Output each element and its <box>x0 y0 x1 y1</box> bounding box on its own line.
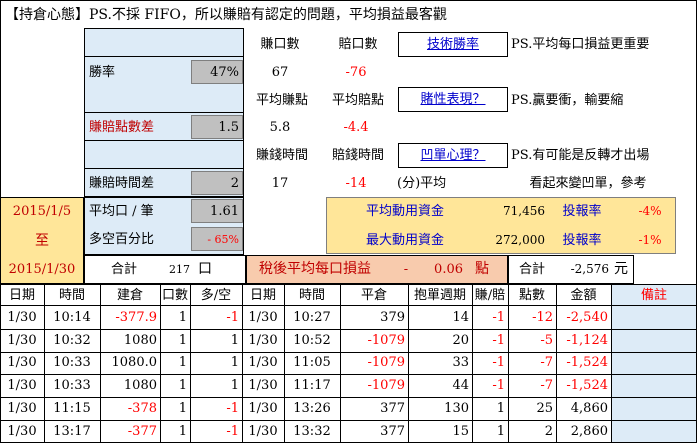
row-divider <box>0 352 697 353</box>
column-divider <box>242 284 243 443</box>
period-frame <box>0 197 84 284</box>
row-line <box>84 56 244 57</box>
column-divider <box>556 284 557 443</box>
spreadsheet: 【持倉心態】PS.不採 FIFO，所以賺賠有認定的問題，平均損益最客觀 勝率 4… <box>0 0 697 443</box>
column-divider <box>44 284 45 443</box>
total-lots-frame <box>84 255 246 284</box>
column-divider <box>340 284 341 443</box>
capital-frame <box>326 197 676 254</box>
column-divider <box>472 284 473 443</box>
row-line <box>84 112 244 113</box>
after-tax-frame <box>246 255 508 284</box>
column-divider <box>408 284 409 443</box>
column-divider <box>508 284 509 443</box>
total-amount-frame <box>508 255 634 284</box>
row-line <box>84 168 244 169</box>
row-divider <box>0 374 697 375</box>
table-header-line <box>0 305 697 306</box>
row-divider <box>0 329 697 330</box>
row-divider <box>0 420 697 421</box>
row-divider <box>0 397 697 398</box>
summary-label-frame <box>84 197 244 255</box>
column-divider <box>190 284 191 443</box>
table-top-line <box>0 284 697 285</box>
column-divider <box>611 284 612 443</box>
column-divider <box>100 284 101 443</box>
row-line <box>84 140 244 141</box>
column-divider <box>284 284 285 443</box>
column-divider <box>160 284 161 443</box>
